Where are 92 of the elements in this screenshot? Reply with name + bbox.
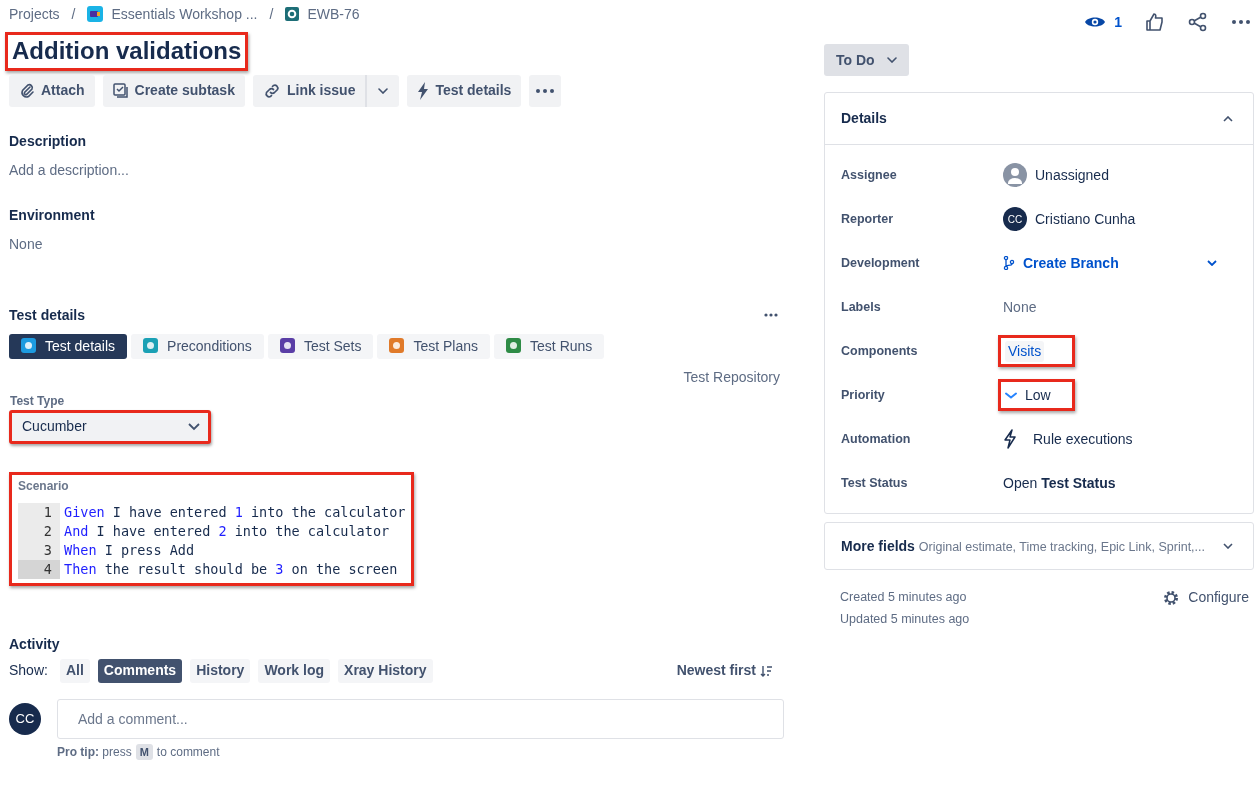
filter-tab[interactable]: All bbox=[59, 658, 90, 683]
code-line: And I have entered 2 into the calculator bbox=[63, 521, 390, 541]
field-label: Priority bbox=[841, 386, 886, 404]
field-value: Unassigned bbox=[1035, 165, 1109, 185]
comment-field[interactable]: Add a comment... bbox=[57, 698, 784, 739]
code-line: Given I have entered 1 into the calculator bbox=[63, 502, 406, 522]
field-value: None bbox=[1003, 297, 1037, 317]
filter-tab[interactable]: Work log bbox=[258, 658, 331, 683]
code-line: When I press Add bbox=[63, 540, 195, 560]
section-heading: Description bbox=[9, 131, 87, 151]
tip-text: to comment bbox=[156, 743, 220, 761]
description-placeholder[interactable]: Add a description... bbox=[9, 159, 784, 181]
field-label: Automation bbox=[841, 430, 912, 448]
section-heading: Test details bbox=[9, 305, 85, 325]
tab[interactable]: Test Sets bbox=[267, 333, 374, 359]
breadcrumb-separator: / bbox=[71, 4, 76, 24]
settings-icon bbox=[1162, 588, 1181, 607]
field-label: Reporter bbox=[841, 210, 895, 228]
field-value: Low bbox=[1025, 385, 1051, 405]
toolbar-button[interactable]: Attach bbox=[9, 74, 95, 107]
lightning-icon bbox=[1003, 429, 1017, 449]
more-icon[interactable] bbox=[1232, 20, 1250, 24]
breadcrumb-separator: / bbox=[269, 4, 274, 24]
show-label: Show: bbox=[9, 661, 48, 681]
chevron-icon[interactable] bbox=[1223, 115, 1233, 122]
field-label: Components bbox=[841, 342, 919, 360]
field-label: Scenario bbox=[18, 477, 70, 495]
scenario-editor[interactable]: Scenario 1 Given I have entered 1 into the calculator 2 And I have entered 2 into the calculator 3 When I press Add 4 Then the result should be 3 on the screen bbox=[9, 471, 415, 586]
breadcrumb-link[interactable]: Projects bbox=[9, 3, 60, 25]
priority-low-icon bbox=[1005, 391, 1017, 399]
panel-heading: Details bbox=[841, 109, 887, 128]
line-number: 1 bbox=[18, 502, 60, 522]
filter-tab[interactable]: Comments bbox=[97, 658, 183, 683]
issue-title: Addition validations bbox=[5, 32, 249, 71]
thumbs-up-icon[interactable] bbox=[1146, 13, 1164, 31]
branch-icon bbox=[1003, 256, 1015, 270]
user-icon bbox=[1003, 163, 1027, 187]
caret-icon bbox=[378, 87, 389, 94]
subtask-icon bbox=[112, 82, 129, 99]
tab[interactable]: Test Plans bbox=[377, 333, 491, 359]
test-type-select[interactable]: Cucumber bbox=[9, 409, 211, 444]
field-value: Cristiano Cunha bbox=[1035, 209, 1136, 229]
watcher-count: 1 bbox=[1114, 12, 1122, 32]
user-avatar: CC bbox=[1003, 207, 1027, 231]
created-time: Created 5 minutes ago bbox=[840, 589, 968, 606]
toolbar-button[interactable]: Create subtask bbox=[102, 74, 245, 107]
share-icon[interactable] bbox=[1188, 12, 1208, 32]
sort-icon bbox=[760, 664, 772, 677]
lightning-icon bbox=[417, 81, 430, 100]
test-icon bbox=[285, 7, 300, 21]
more-button[interactable] bbox=[529, 74, 562, 107]
field-label: Test Status bbox=[841, 474, 909, 492]
chevron-down-icon bbox=[188, 422, 200, 431]
field-label: Assignee bbox=[841, 166, 898, 184]
more-icon bbox=[536, 88, 555, 93]
tab[interactable]: Test Runs bbox=[494, 333, 605, 359]
environment-value: None bbox=[9, 234, 44, 254]
watch-button[interactable]: 1 bbox=[1084, 11, 1122, 33]
tab[interactable]: Test details bbox=[9, 333, 128, 359]
field-label: Test Type bbox=[10, 392, 66, 410]
paperclip-icon bbox=[19, 82, 35, 99]
test-repository-link[interactable]: Test Repository bbox=[683, 366, 780, 388]
section-heading: Activity bbox=[9, 634, 61, 654]
link-icon bbox=[262, 82, 281, 99]
toolbar-button[interactable]: Link issue bbox=[252, 74, 366, 107]
toolbar-button[interactable]: Test details bbox=[407, 74, 522, 107]
rule-executions-link[interactable]: Rule executions bbox=[1033, 428, 1133, 450]
code-line: Then the result should be 3 on the screen bbox=[63, 559, 398, 579]
tab[interactable]: Preconditions bbox=[131, 333, 264, 359]
configure-button[interactable]: Configure bbox=[1161, 586, 1250, 609]
dropdown-button[interactable] bbox=[365, 74, 400, 107]
caret-icon bbox=[886, 57, 897, 63]
field-value: Open Test Status bbox=[1003, 473, 1116, 493]
create-branch-link[interactable]: Create Branch bbox=[1023, 252, 1119, 274]
breadcrumb-link[interactable]: EWB-76 bbox=[285, 3, 360, 25]
tip-text: Pro tip: press bbox=[57, 743, 132, 761]
component-tag[interactable]: Visits bbox=[1005, 340, 1045, 362]
more-icon[interactable] bbox=[764, 313, 778, 318]
chevron-down-icon[interactable] bbox=[1207, 260, 1217, 266]
breadcrumb-link[interactable]: Essentials Workshop ... bbox=[87, 3, 258, 25]
section-heading: Environment bbox=[9, 205, 96, 225]
filter-tab[interactable]: Xray History bbox=[338, 658, 433, 683]
updated-time: Updated 5 minutes ago bbox=[840, 611, 970, 628]
field-label: Development bbox=[841, 254, 921, 272]
status-dropdown[interactable]: To Do bbox=[824, 44, 909, 76]
user-avatar: CC bbox=[9, 702, 41, 735]
filter-tab[interactable]: History bbox=[190, 658, 251, 683]
key-hint: M bbox=[135, 743, 153, 761]
project-icon bbox=[87, 6, 104, 22]
sort-button[interactable]: Newest first bbox=[676, 660, 772, 682]
field-label: Labels bbox=[841, 298, 882, 316]
chevron-down-icon[interactable] bbox=[1223, 543, 1233, 549]
